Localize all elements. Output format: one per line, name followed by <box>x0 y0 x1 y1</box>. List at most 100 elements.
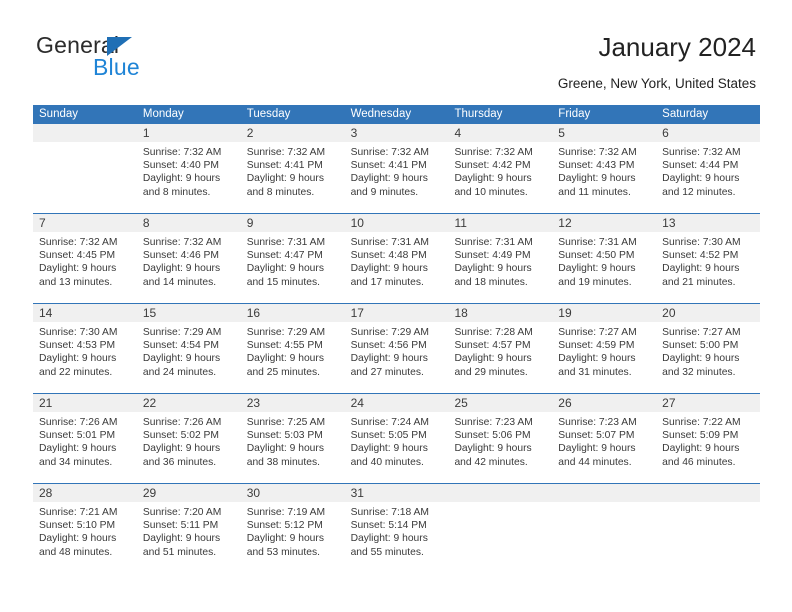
sunrise-text: Sunrise: 7:32 AM <box>142 147 222 158</box>
day-number[interactable]: 15 <box>137 304 241 322</box>
general-blue-logo[interactable]: General Blue <box>36 32 266 86</box>
day-cell[interactable]: Sunrise: 7:32 AM Sunset: 4:43 PM Daylight:… <box>552 142 656 213</box>
day-number[interactable]: 9 <box>241 214 345 232</box>
day-number[interactable]: 16 <box>241 304 345 322</box>
sunset-text: Sunset: 4:42 PM <box>454 160 531 172</box>
day-cell[interactable]: Sunrise: 7:29 AM Sunset: 4:54 PM Daylight:… <box>137 322 241 393</box>
daylight-text-line1: Daylight: 9 hours <box>558 443 636 455</box>
day-number[interactable]: 6 <box>656 124 760 142</box>
day-number[interactable]: 4 <box>448 124 552 142</box>
day-cell[interactable]: Sunrise: 7:23 AM Sunset: 5:06 PM Daylight:… <box>448 412 552 483</box>
day-cell[interactable]: Sunrise: 7:29 AM Sunset: 4:56 PM Daylight:… <box>345 322 449 393</box>
day-number[interactable]: 20 <box>656 304 760 322</box>
calendar-week-row: 21 22 23 24 25 26 27 Sunrise: 7:26 AM Sunset: 5:… <box>33 393 760 483</box>
day-number[interactable]: 14 <box>33 304 137 322</box>
daylight-text-line1: Daylight: 9 hours <box>350 443 428 455</box>
sunrise-text: Sunrise: 7:19 AM <box>246 507 326 518</box>
day-number-empty <box>448 484 552 502</box>
day-number[interactable]: 23 <box>241 394 345 412</box>
day-number[interactable]: 8 <box>137 214 241 232</box>
sunset-text: Sunset: 4:50 PM <box>558 250 635 262</box>
sunrise-text: Sunrise: 7:29 AM <box>246 327 326 338</box>
sunset-text: Sunset: 4:46 PM <box>142 250 219 262</box>
dow-thursday: Thursday <box>454 108 503 120</box>
day-cell[interactable]: Sunrise: 7:19 AM Sunset: 5:12 PM Daylight:… <box>241 502 345 573</box>
day-number[interactable]: 21 <box>33 394 137 412</box>
sunrise-text: Sunrise: 7:31 AM <box>454 237 533 248</box>
daylight-text-line1: Daylight: 9 hours <box>246 353 324 365</box>
day-number[interactable]: 22 <box>137 394 241 412</box>
day-cell[interactable]: Sunrise: 7:30 AM Sunset: 4:53 PM Daylight:… <box>33 322 137 393</box>
daylight-text-line1: Daylight: 9 hours <box>39 353 117 365</box>
day-cell[interactable]: Sunrise: 7:32 AM Sunset: 4:45 PM Daylight:… <box>33 232 137 303</box>
day-cell[interactable]: Sunrise: 7:32 AM Sunset: 4:44 PM Daylight:… <box>656 142 760 213</box>
day-number[interactable]: 12 <box>552 214 656 232</box>
sunrise-text: Sunrise: 7:21 AM <box>39 507 118 518</box>
dow-friday: Friday <box>558 108 591 120</box>
day-number[interactable]: 31 <box>345 484 449 502</box>
day-cell[interactable]: Sunrise: 7:31 AM Sunset: 4:48 PM Daylight:… <box>345 232 449 303</box>
day-cell[interactable]: Sunrise: 7:27 AM Sunset: 4:59 PM Daylight:… <box>552 322 656 393</box>
day-number[interactable]: 17 <box>345 304 449 322</box>
dow-sunday: Sunday <box>39 108 79 120</box>
sunrise-text: Sunrise: 7:32 AM <box>558 147 637 158</box>
day-cell[interactable]: Sunrise: 7:32 AM Sunset: 4:41 PM Daylight:… <box>241 142 345 213</box>
day-cell[interactable]: Sunrise: 7:21 AM Sunset: 5:10 PM Daylight:… <box>33 502 137 573</box>
daylight-text-line2: and 40 minutes. <box>350 456 424 468</box>
day-cell[interactable]: Sunrise: 7:26 AM Sunset: 5:01 PM Daylight:… <box>33 412 137 483</box>
day-number[interactable]: 29 <box>137 484 241 502</box>
day-cell[interactable]: Sunrise: 7:26 AM Sunset: 5:02 PM Daylight:… <box>137 412 241 483</box>
day-cell[interactable]: Sunrise: 7:25 AM Sunset: 5:03 PM Daylight:… <box>241 412 345 483</box>
day-cell[interactable]: Sunrise: 7:32 AM Sunset: 4:42 PM Daylight:… <box>448 142 552 213</box>
sunset-text: Sunset: 4:56 PM <box>350 340 427 352</box>
day-cell[interactable]: Sunrise: 7:31 AM Sunset: 4:49 PM Daylight:… <box>448 232 552 303</box>
day-number[interactable]: 18 <box>448 304 552 322</box>
day-cell[interactable]: Sunrise: 7:28 AM Sunset: 4:57 PM Daylight:… <box>448 322 552 393</box>
page-subtitle-location: Greene, New York, United States <box>557 76 756 91</box>
day-cell[interactable]: Sunrise: 7:20 AM Sunset: 5:11 PM Daylight:… <box>137 502 241 573</box>
day-number[interactable]: 30 <box>241 484 345 502</box>
day-number[interactable]: 11 <box>448 214 552 232</box>
day-number[interactable]: 3 <box>345 124 449 142</box>
day-number[interactable]: 24 <box>345 394 449 412</box>
day-number[interactable]: 13 <box>656 214 760 232</box>
sunset-text: Sunset: 4:54 PM <box>142 340 219 352</box>
sunrise-text: Sunrise: 7:20 AM <box>142 507 222 518</box>
day-number[interactable]: 10 <box>345 214 449 232</box>
day-cell[interactable]: Sunrise: 7:32 AM Sunset: 4:40 PM Daylight:… <box>137 142 241 213</box>
day-number[interactable]: 25 <box>448 394 552 412</box>
dow-saturday: Saturday <box>662 108 709 120</box>
day-number[interactable]: 7 <box>33 214 137 232</box>
day-number[interactable]: 27 <box>656 394 760 412</box>
day-number[interactable]: 28 <box>33 484 137 502</box>
daylight-text-line2: and 15 minutes. <box>246 276 320 288</box>
day-number[interactable]: 26 <box>552 394 656 412</box>
week-date-number-strip: 21 22 23 24 25 26 27 <box>33 394 760 412</box>
day-number[interactable]: 19 <box>552 304 656 322</box>
daylight-text-line2: and 14 minutes. <box>142 276 217 288</box>
daylight-text-line1: Daylight: 9 hours <box>454 443 532 455</box>
sunrise-text: Sunrise: 7:31 AM <box>246 237 326 248</box>
week-detail-row: Sunrise: 7:21 AM Sunset: 5:10 PM Daylight:… <box>33 502 760 573</box>
sunset-text: Sunset: 4:48 PM <box>350 250 427 262</box>
day-number[interactable]: 5 <box>552 124 656 142</box>
day-cell[interactable]: Sunrise: 7:27 AM Sunset: 5:00 PM Daylight:… <box>656 322 760 393</box>
day-cell[interactable]: Sunrise: 7:29 AM Sunset: 4:55 PM Daylight:… <box>241 322 345 393</box>
day-cell[interactable]: Sunrise: 7:32 AM Sunset: 4:41 PM Daylight:… <box>345 142 449 213</box>
day-cell[interactable]: Sunrise: 7:32 AM Sunset: 4:46 PM Daylight:… <box>137 232 241 303</box>
day-cell[interactable]: Sunrise: 7:23 AM Sunset: 5:07 PM Daylight:… <box>552 412 656 483</box>
sunset-text: Sunset: 4:45 PM <box>39 250 116 262</box>
daylight-text-line2: and 48 minutes. <box>39 546 113 558</box>
daylight-text-line1: Daylight: 9 hours <box>142 443 221 455</box>
day-cell[interactable]: Sunrise: 7:30 AM Sunset: 4:52 PM Daylight:… <box>656 232 760 303</box>
day-cell[interactable]: Sunrise: 7:31 AM Sunset: 4:50 PM Daylight:… <box>552 232 656 303</box>
sunrise-text: Sunrise: 7:29 AM <box>350 327 429 338</box>
day-cell[interactable]: Sunrise: 7:22 AM Sunset: 5:09 PM Daylight:… <box>656 412 760 483</box>
day-number[interactable]: 1 <box>137 124 241 142</box>
day-number[interactable]: 2 <box>241 124 345 142</box>
day-cell[interactable]: Sunrise: 7:24 AM Sunset: 5:05 PM Daylight:… <box>345 412 449 483</box>
day-cell[interactable]: Sunrise: 7:18 AM Sunset: 5:14 PM Daylight:… <box>345 502 449 573</box>
sunrise-text: Sunrise: 7:32 AM <box>350 147 429 158</box>
day-cell[interactable]: Sunrise: 7:31 AM Sunset: 4:47 PM Daylight:… <box>241 232 345 303</box>
daylight-text-line2: and 31 minutes. <box>558 366 632 378</box>
